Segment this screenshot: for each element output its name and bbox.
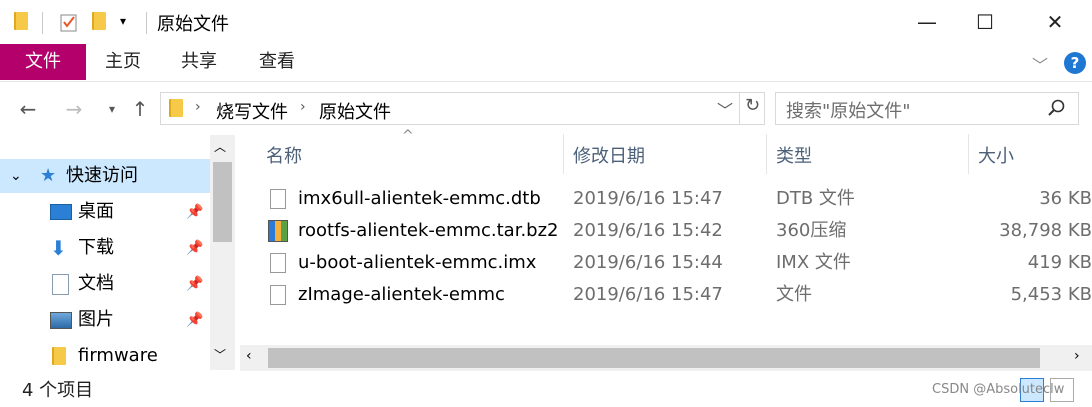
status-item-count: 4 个项目 [22,380,94,401]
breadcrumb-item[interactable]: 原始文件 [319,98,391,124]
file-date: 2019/6/16 15:42 [573,220,723,241]
table-row[interactable]: rootfs-alientek-emmc.tar.bz2 2019/6/16 1… [240,215,1092,247]
file-date: 2019/6/16 15:47 [573,284,723,305]
back-button[interactable]: ← [16,96,40,122]
chevron-right-icon[interactable]: › [300,99,306,115]
search-box[interactable]: 搜索"原始文件" [775,92,1079,125]
column-divider[interactable] [968,134,969,174]
desktop-icon [50,204,72,220]
help-icon[interactable]: ? [1064,52,1086,74]
file-name[interactable]: zImage-alientek-emmc [298,279,505,311]
navigation-pane: ⌄ ★ 快速访问 桌面 📌 ⬇ 下载 📌 文档 📌 图片 📌 firmware [0,135,238,375]
column-header-name[interactable]: 名称 [266,142,302,170]
file-icon [270,285,286,305]
refresh-icon[interactable]: ↻ [745,95,760,116]
customize-toolbar-icon[interactable]: ▾ [120,14,126,28]
new-folder-icon[interactable] [92,12,108,32]
tab-file[interactable]: 文件 [0,44,86,80]
nav-item-quick-access[interactable]: ⌄ ★ 快速访问 [0,159,210,193]
scroll-left-icon[interactable]: ‹ [246,348,252,364]
sort-indicator-icon: ^ [402,128,414,144]
chevron-down-icon[interactable]: ﹀ [717,97,733,121]
minimize-button[interactable]: — [898,0,956,44]
scroll-down-icon[interactable]: ﹀ [214,346,226,363]
file-type: 360压缩 [776,220,847,241]
nav-item-desktop[interactable]: 桌面 📌 [0,195,210,229]
file-date: 2019/6/16 15:44 [573,252,723,273]
file-name[interactable]: rootfs-alientek-emmc.tar.bz2 [298,215,559,247]
divider [42,12,43,34]
download-icon: ⬇ [50,236,67,260]
divider [146,12,147,34]
nav-item-label: 下载 [78,237,114,258]
scroll-right-icon[interactable]: › [1074,348,1080,364]
folder-icon [169,99,183,117]
forward-button[interactable]: → [62,96,86,122]
chevron-right-icon[interactable]: › [195,99,201,115]
properties-icon[interactable] [60,12,77,32]
column-header-size[interactable]: 大小 [978,142,1014,170]
nav-item-firmware[interactable]: firmware [0,339,210,373]
star-icon: ★ [40,165,57,186]
archive-icon [268,220,288,242]
file-name[interactable]: imx6ull-alientek-emmc.dtb [298,183,541,215]
file-icon [270,253,286,273]
breadcrumb-item[interactable]: 烧写文件 [216,98,288,124]
nav-item-pictures[interactable]: 图片 📌 [0,303,210,337]
document-icon [52,274,69,295]
scroll-up-icon[interactable]: ︿ [214,138,226,155]
chevron-down-icon[interactable]: ⌄ [10,159,22,193]
table-row[interactable]: zImage-alientek-emmc 2019/6/16 15:47 文件 … [240,279,1092,311]
ribbon: 文件 主页 共享 查看 ﹀ ? [0,44,1092,82]
watermark: CSDN @Absoluteclw [932,382,1065,397]
tab-share[interactable]: 共享 [168,44,230,80]
tab-view[interactable]: 查看 [246,44,308,80]
file-size: 36 KB [1039,188,1092,209]
pin-icon[interactable]: 📌 [186,267,203,301]
file-type: DTB 文件 [776,188,855,209]
search-icon[interactable] [1048,99,1066,121]
column-header-date[interactable]: 修改日期 [573,142,645,170]
file-name[interactable]: u-boot-alientek-emmc.imx [298,247,536,279]
folder-icon [14,12,30,32]
nav-item-label: firmware [78,345,158,366]
file-size: 419 KB [1027,252,1092,273]
title-bar: ▾ 原始文件 — ☐ ✕ [0,0,1092,44]
picture-icon [50,312,72,329]
nav-item-downloads[interactable]: ⬇ 下载 📌 [0,231,210,265]
nav-item-label: 桌面 [78,201,114,222]
file-size: 38,798 KB [999,220,1092,241]
pin-icon[interactable]: 📌 [186,231,203,265]
nav-item-label: 快速访问 [66,165,138,186]
table-row[interactable]: imx6ull-alientek-emmc.dtb 2019/6/16 15:4… [240,183,1092,215]
pin-icon[interactable]: 📌 [186,195,203,229]
window-title: 原始文件 [157,14,229,35]
column-header-type[interactable]: 类型 [776,142,812,170]
close-button[interactable]: ✕ [1026,0,1084,44]
folder-icon [52,347,66,365]
nav-item-documents[interactable]: 文档 📌 [0,267,210,301]
maximize-button[interactable]: ☐ [956,0,1014,44]
divider [739,93,740,124]
column-divider[interactable] [563,134,564,174]
nav-item-label: 图片 [78,309,114,330]
explorer-window: ▾ 原始文件 — ☐ ✕ 文件 主页 共享 查看 ﹀ ? ← → ▾ ↑ › 烧… [0,0,1092,407]
file-type: 文件 [776,284,812,305]
recent-locations-icon[interactable]: ▾ [100,96,124,122]
pin-icon[interactable]: 📌 [186,303,203,337]
file-date: 2019/6/16 15:47 [573,188,723,209]
table-row[interactable]: u-boot-alientek-emmc.imx 2019/6/16 15:44… [240,247,1092,279]
nav-scrollbar-thumb[interactable] [213,162,232,242]
file-size: 5,453 KB [1010,284,1092,305]
expand-ribbon-icon[interactable]: ﹀ [1032,52,1048,76]
address-bar[interactable]: › 烧写文件 › 原始文件 ﹀ ↻ [160,92,765,125]
nav-item-label: 文档 [78,273,114,294]
search-input[interactable]: 搜索"原始文件" [786,97,911,123]
column-divider[interactable] [766,134,767,174]
file-list-scrollbar-thumb[interactable] [268,348,1040,368]
up-button[interactable]: ↑ [128,96,152,122]
tab-home[interactable]: 主页 [92,44,154,80]
file-icon [270,189,286,209]
file-type: IMX 文件 [776,252,851,273]
